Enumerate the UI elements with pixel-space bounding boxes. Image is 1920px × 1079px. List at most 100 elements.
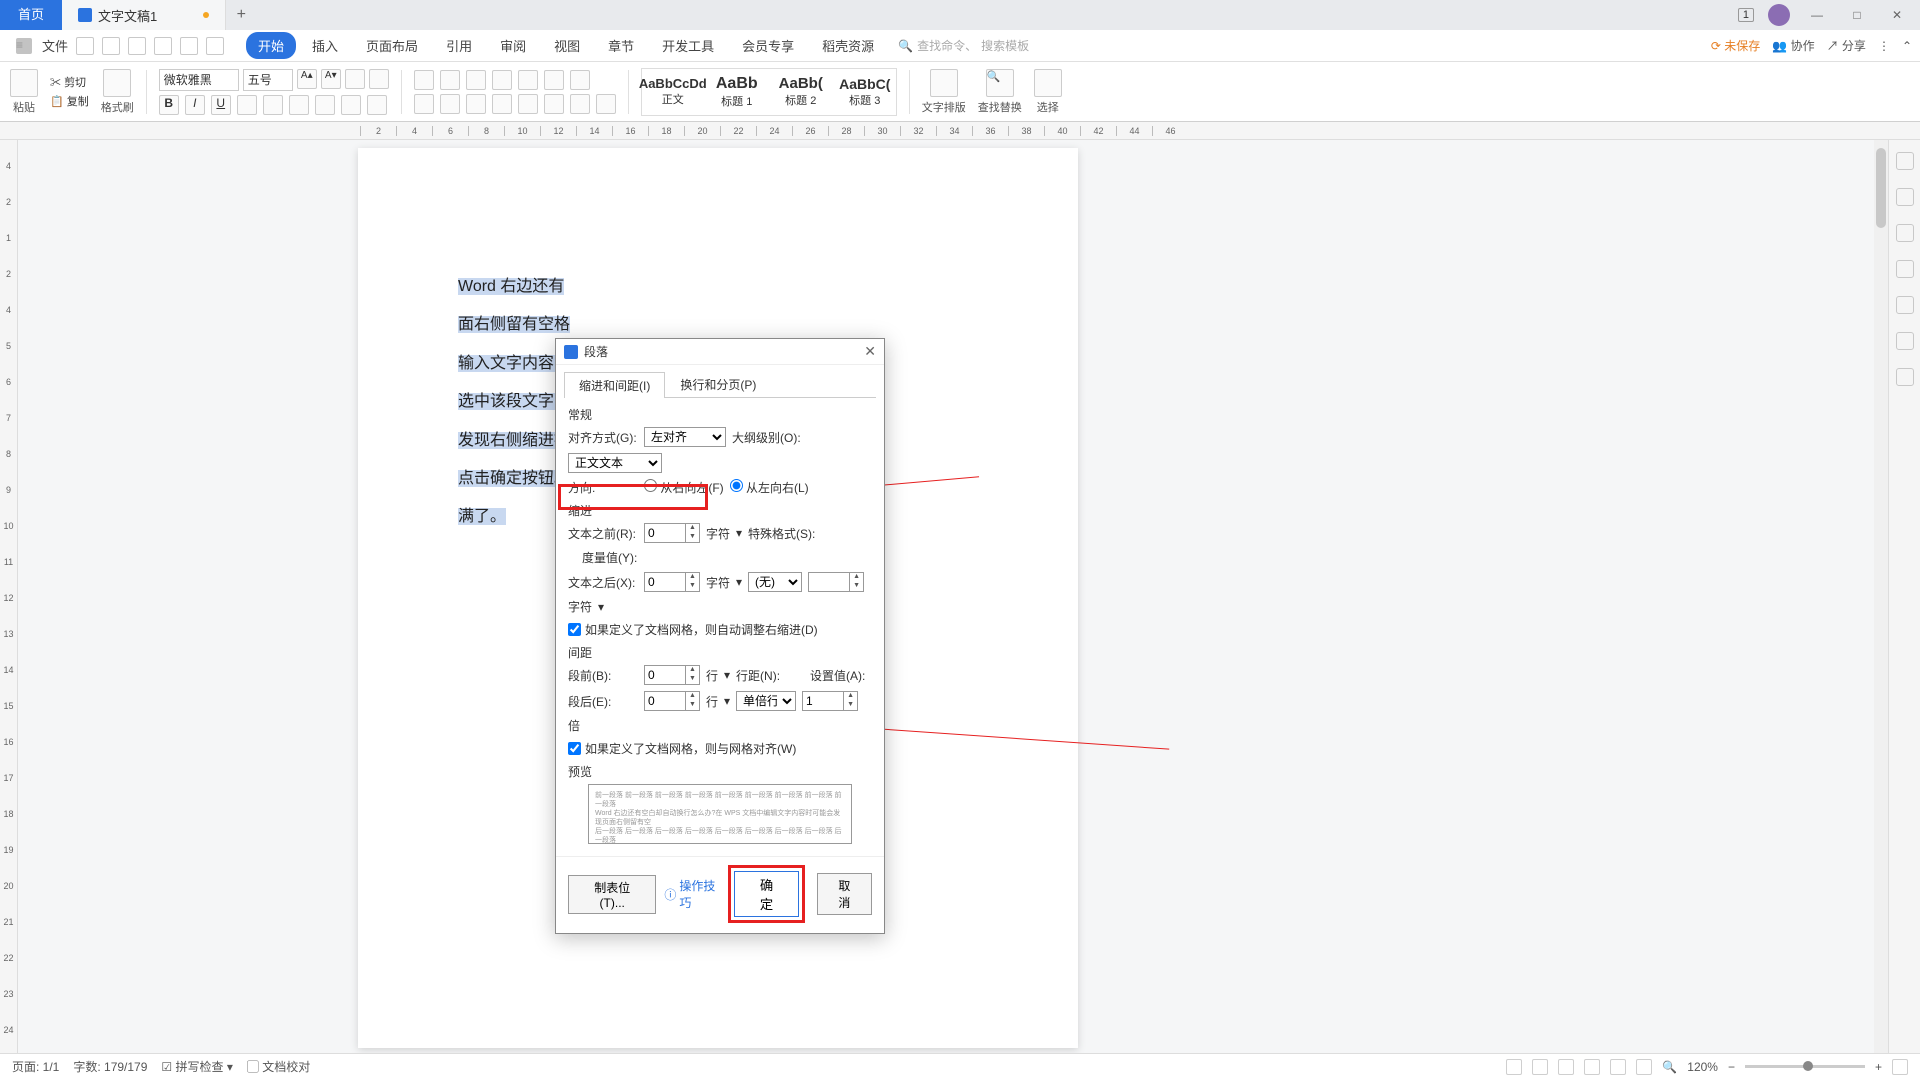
zoom-level[interactable]: 120% — [1687, 1060, 1718, 1074]
ltr-radio[interactable]: 从左向右(L) — [730, 479, 809, 496]
rtl-radio[interactable]: 从右向左(F) — [644, 479, 724, 496]
qat-print-icon[interactable] — [128, 37, 146, 55]
outline-view-icon[interactable] — [1558, 1059, 1574, 1075]
text-line[interactable]: 满了。 — [458, 508, 506, 525]
close-window-button[interactable]: ✕ — [1884, 2, 1910, 28]
tab-developer[interactable]: 开发工具 — [650, 32, 726, 59]
numbering-button[interactable] — [440, 70, 460, 90]
web-view-icon[interactable] — [1610, 1059, 1626, 1075]
bullets-button[interactable] — [414, 70, 434, 90]
zoom-slider[interactable] — [1745, 1065, 1865, 1068]
style-h1[interactable]: AaBb标题 1 — [706, 69, 768, 115]
style-normal[interactable]: AaBbCcDd正文 — [642, 69, 704, 115]
tab-start[interactable]: 开始 — [246, 32, 296, 59]
tool-icon[interactable] — [1896, 224, 1914, 242]
alignment-select[interactable]: 左对齐 — [644, 427, 726, 447]
dialog-titlebar[interactable]: 段落 ✕ — [556, 339, 884, 365]
tab-review[interactable]: 审阅 — [488, 32, 538, 59]
text-layout-group[interactable]: 文字排版 — [922, 69, 966, 115]
copy-button[interactable]: 📋 复制 — [50, 93, 89, 109]
find-replace-group[interactable]: 🔍 查找替换 — [978, 69, 1022, 115]
text-effects-button[interactable] — [315, 95, 335, 115]
zoom-minus[interactable]: − — [1728, 1060, 1735, 1074]
grow-font-button[interactable]: A▴ — [297, 69, 317, 89]
superscript-button[interactable] — [263, 95, 283, 115]
file-menu[interactable]: 文件 — [42, 36, 68, 55]
select-group[interactable]: 选择 — [1034, 69, 1062, 115]
auto-adjust-indent-checkbox[interactable]: 如果定义了文档网格，则自动调整右缩进(D) — [568, 621, 872, 638]
bold-button[interactable]: B — [159, 95, 179, 115]
share-button[interactable]: ↗ 分享 — [1827, 37, 1866, 54]
line-spacing-button[interactable] — [544, 94, 564, 114]
space-before-spinner[interactable]: ▲▼ — [644, 665, 700, 685]
qat-new-icon[interactable] — [76, 37, 94, 55]
maximize-button[interactable]: □ — [1844, 2, 1870, 28]
styles-gallery[interactable]: AaBbCcDd正文 AaBb标题 1 AaBb(标题 2 AaBbC(标题 3 — [641, 68, 897, 116]
document-tab[interactable]: 文字文稿1 — [62, 0, 226, 30]
unsaved-indicator[interactable]: ⟳ 未保存 — [1711, 37, 1760, 54]
window-count-badge[interactable]: 1 — [1738, 8, 1754, 22]
before-text-spinner[interactable]: ▲▼ — [644, 523, 700, 543]
tips-link[interactable]: ⓘ 操作技巧 — [664, 877, 720, 911]
align-right-button[interactable] — [466, 94, 486, 114]
tool-icon[interactable] — [1896, 260, 1914, 278]
align-left-button[interactable] — [414, 94, 434, 114]
tab-sections[interactable]: 章节 — [596, 32, 646, 59]
cancel-button[interactable]: 取消 — [817, 873, 872, 915]
qat-undo-icon[interactable] — [180, 37, 198, 55]
scroll-thumb[interactable] — [1876, 148, 1886, 228]
highlight-button[interactable] — [341, 95, 361, 115]
borders-button[interactable] — [596, 94, 616, 114]
spell-check-toggle[interactable]: ☑ 拼写检查 ▾ — [161, 1058, 232, 1075]
snap-grid-checkbox[interactable]: 如果定义了文档网格，则与网格对齐(W) — [568, 740, 872, 757]
tab-indent-spacing[interactable]: 缩进和间距(I) — [564, 372, 665, 398]
align-justify-button[interactable] — [492, 94, 512, 114]
style-h2[interactable]: AaBb(标题 2 — [770, 69, 832, 115]
text-line[interactable]: 发现右侧缩进被 — [458, 432, 570, 449]
strike-button[interactable] — [237, 95, 257, 115]
zoom-plus[interactable]: + — [1875, 1060, 1882, 1074]
tool-icon[interactable] — [1896, 332, 1914, 350]
font-color-button[interactable] — [367, 95, 387, 115]
zoom-knob[interactable] — [1803, 1061, 1813, 1071]
tab-member[interactable]: 会员专享 — [730, 32, 806, 59]
page-view-icon[interactable] — [1532, 1059, 1548, 1075]
proofing-button[interactable]: ▢ 文档校对 — [247, 1058, 310, 1075]
outline-select[interactable]: 正文文本 — [568, 453, 662, 473]
show-marks-button[interactable] — [570, 70, 590, 90]
ok-button[interactable]: 确定 — [734, 871, 798, 917]
text-line[interactable]: Word 右边还有 — [458, 278, 564, 295]
coop-button[interactable]: 👥 协作 — [1772, 37, 1814, 54]
word-count[interactable]: 字数: 179/179 — [73, 1058, 147, 1075]
tool-icon[interactable] — [1896, 296, 1914, 314]
special-format-select[interactable]: (无) — [748, 572, 802, 592]
qat-preview-icon[interactable] — [154, 37, 172, 55]
qat-save-icon[interactable] — [102, 37, 120, 55]
shrink-font-button[interactable]: A▾ — [321, 69, 341, 89]
tab-insert[interactable]: 插入 — [300, 32, 350, 59]
page-indicator[interactable]: 页面: 1/1 — [12, 1058, 59, 1075]
clear-format-button[interactable] — [345, 69, 365, 89]
fullscreen-icon[interactable] — [1892, 1059, 1908, 1075]
tab-stops-button[interactable] — [518, 70, 538, 90]
new-tab-button[interactable]: + — [226, 0, 256, 30]
align-center-button[interactable] — [440, 94, 460, 114]
shading-button[interactable] — [570, 94, 590, 114]
set-value-spinner[interactable]: ▲▼ — [802, 691, 858, 711]
dialog-close-button[interactable]: ✕ — [864, 343, 876, 360]
paste-button[interactable] — [10, 69, 38, 97]
cut-button[interactable]: ✂ 剪切 — [50, 74, 89, 90]
tab-layout[interactable]: 页面布局 — [354, 32, 430, 59]
tab-resources[interactable]: 稻壳资源 — [810, 32, 886, 59]
space-after-spinner[interactable]: ▲▼ — [644, 691, 700, 711]
increase-indent-button[interactable] — [492, 70, 512, 90]
tool-icon[interactable] — [1896, 188, 1914, 206]
subscript-button[interactable] — [289, 95, 309, 115]
hamburger-menu[interactable]: ≡ — [8, 38, 40, 54]
reading-view-icon[interactable] — [1584, 1059, 1600, 1075]
view-icon[interactable] — [1506, 1059, 1522, 1075]
minimize-button[interactable]: — — [1804, 2, 1830, 28]
collapse-ribbon[interactable]: ⌃ — [1902, 39, 1912, 53]
user-avatar[interactable] — [1768, 4, 1790, 26]
vertical-scrollbar[interactable] — [1874, 140, 1888, 1060]
